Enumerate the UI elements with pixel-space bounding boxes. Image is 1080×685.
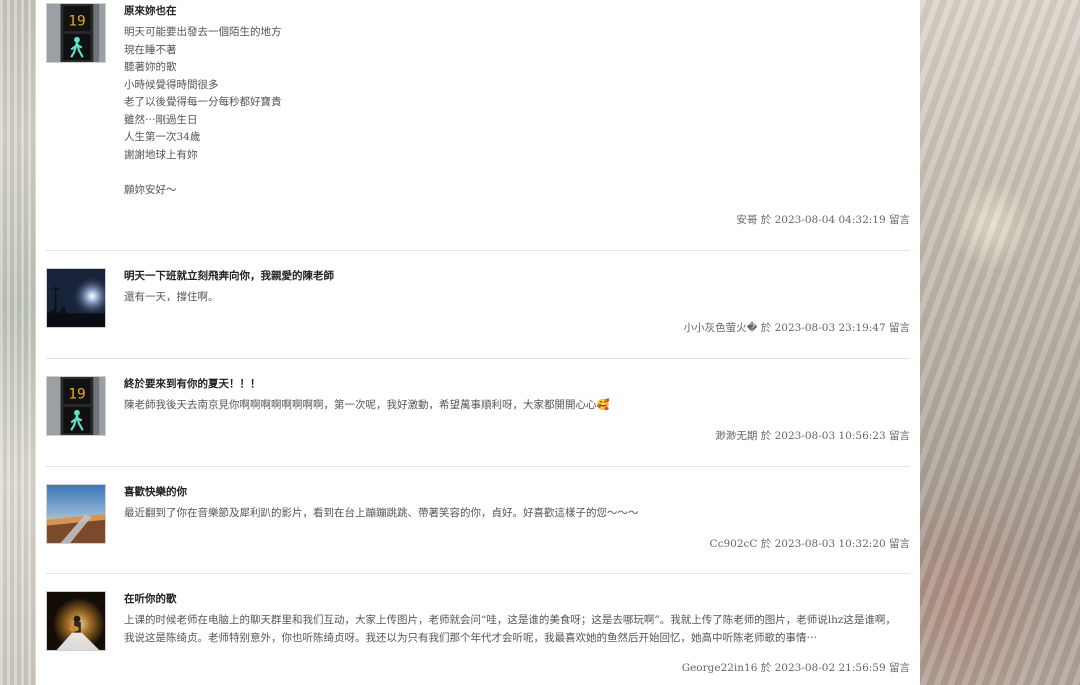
entry-divider <box>46 250 910 251</box>
entry-title: 終於要來到有你的夏天！！！ <box>124 378 261 390</box>
entry-meta: 渺渺无期 於 2023-08-03 10:56:23 留言 <box>715 428 910 443</box>
body-line: 最近翻到了你在音樂節及犀利趴的影片，看到在台上蹦蹦跳跳、帶著笑容的你，貞好。好喜… <box>124 507 639 519</box>
body-line <box>124 164 904 182</box>
svg-text:19: 19 <box>68 386 85 402</box>
traffic-light-icon[interactable]: 19 <box>46 3 106 63</box>
entry-divider <box>46 466 910 467</box>
meta-connector: 於 <box>760 430 772 442</box>
entry-divider <box>46 358 910 359</box>
meta-suffix: 留言 <box>889 214 910 226</box>
entry-title: 原來妳也在 <box>124 5 177 17</box>
body-line: 還有一天，撐住啊。 <box>124 291 219 303</box>
sunset-wing-photo[interactable] <box>46 484 106 544</box>
meta-connector: 於 <box>760 662 772 674</box>
author-name[interactable]: George22in16 <box>682 662 758 674</box>
background-right <box>920 0 1080 685</box>
author-name[interactable]: 小小灰色萤火� <box>684 322 758 334</box>
entry-meta: George22in16 於 2023-08-02 21:56:59 留言 <box>682 660 910 675</box>
post-date: 2023-08-03 10:56:23 <box>774 430 886 442</box>
entry-body: 還有一天，撐住啊。 <box>124 289 904 307</box>
body-line: 雖然⋯剛過生日 <box>124 113 198 126</box>
entry-body: 陳老師我後天去南京見你啊啊啊啊啊啊啊啊，第一次呢，我好激動，希望萬事順利呀，大家… <box>124 397 904 415</box>
meta-suffix: 留言 <box>889 430 910 442</box>
entry-meta: Cc902cC 於 2023-08-03 10:32:20 留言 <box>710 536 910 551</box>
meta-connector: 於 <box>760 538 772 550</box>
meta-connector: 於 <box>760 214 772 226</box>
entry-body: 最近翻到了你在音樂節及犀利趴的影片，看到在台上蹦蹦跳跳、帶著笑容的你，貞好。好喜… <box>124 505 904 523</box>
author-name[interactable]: 安哥 <box>736 214 757 226</box>
background-left <box>0 0 36 685</box>
post-date: 2023-08-03 10:32:20 <box>774 538 886 550</box>
body-line: 上课的时候老师在电脑上的聊天群里和我们互动，大家上传图片，老师就会问“哇，这是谁… <box>124 614 896 644</box>
post-date: 2023-08-04 04:32:19 <box>774 214 886 226</box>
body-line: 明天可能要出發去一個陌生的地方 <box>124 26 282 38</box>
entry-divider <box>46 573 910 574</box>
body-line: 現在睡不著 <box>124 43 177 56</box>
entry-body: 上课的时候老师在电脑上的聊天群里和我们互动，大家上传图片，老师就会问“哇，这是谁… <box>124 612 904 647</box>
post-date: 2023-08-02 21:56:59 <box>774 662 886 674</box>
meta-suffix: 留言 <box>889 538 910 550</box>
meta-connector: 於 <box>760 322 772 334</box>
post-date: 2023-08-03 23:19:47 <box>774 322 886 334</box>
body-line: 陳老師我後天去南京見你啊啊啊啊啊啊啊啊，第一次呢，我好激動，希望萬事順利呀，大家… <box>124 399 610 411</box>
night-sky-photo[interactable] <box>46 268 106 328</box>
stage-guitar-photo[interactable] <box>46 591 106 651</box>
body-line: 人生第一次34歲 <box>124 131 201 143</box>
entry-title: 喜歡快樂的你 <box>124 486 187 498</box>
svg-text:19: 19 <box>68 13 85 29</box>
entry-title: 明天一下班就立刻飛奔向你，我親愛的陳老師 <box>124 270 334 282</box>
entry-meta: 小小灰色萤火� 於 2023-08-03 23:19:47 留言 <box>684 320 910 335</box>
author-name[interactable]: 渺渺无期 <box>715 430 757 442</box>
entry-meta: 安哥 於 2023-08-04 04:32:19 留言 <box>736 212 910 227</box>
traffic-light-icon[interactable]: 19 <box>46 376 106 436</box>
guestbook-panel: 19 原來妳也在 明天可能要出發去一個陌生的地方 現在睡不著 聽著妳的歌 小時候… <box>36 0 920 685</box>
body-line: 願妳安好～ <box>124 183 177 196</box>
author-name[interactable]: Cc902cC <box>710 538 758 550</box>
entry-title: 在听你的歌 <box>124 593 177 605</box>
body-line: 聽著妳的歌 <box>124 61 177 73</box>
meta-suffix: 留言 <box>889 322 910 334</box>
meta-suffix: 留言 <box>889 662 910 674</box>
body-line: 謝謝地球上有妳 <box>124 148 198 161</box>
body-line: 老了以後覺得每一分每秒都好寶貴 <box>124 96 282 108</box>
entry-body: 明天可能要出發去一個陌生的地方 現在睡不著 聽著妳的歌 小時候覺得時間很多 老了… <box>124 24 904 199</box>
body-line: 小時候覺得時間很多 <box>124 78 219 91</box>
